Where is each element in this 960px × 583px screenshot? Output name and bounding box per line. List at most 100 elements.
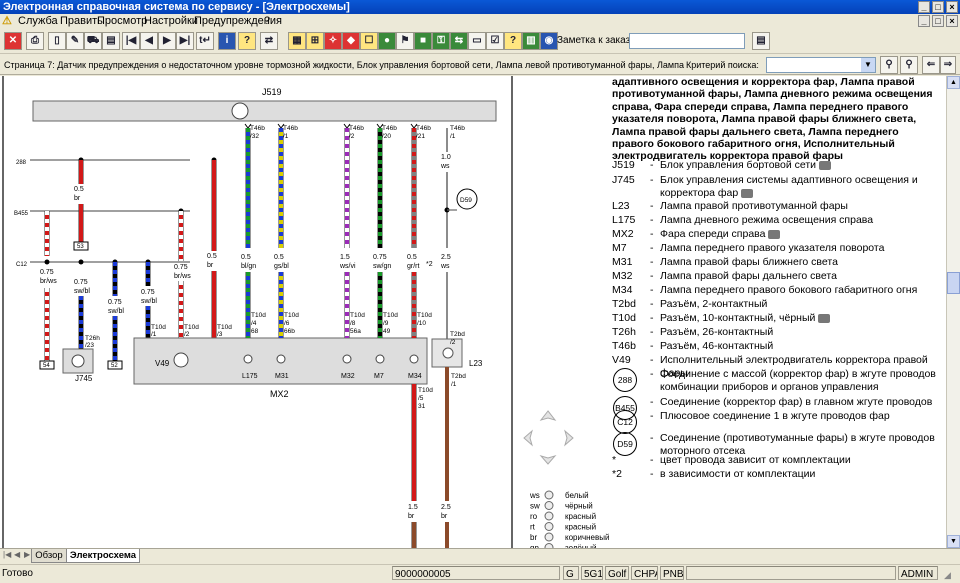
lamp-label: M34	[408, 373, 422, 380]
legend-text: Лампа правой фары ближнего света	[660, 256, 838, 268]
nav-forward-icon[interactable]: ⇒	[940, 56, 956, 74]
color-code: br	[530, 533, 537, 542]
chevron-down-icon[interactable]: ▼	[861, 58, 875, 72]
left-wire-color: br	[207, 262, 214, 269]
note-icon[interactable]: ▤	[752, 32, 770, 50]
info-bar: Страница 7: Датчик предупреждения о недо…	[0, 55, 960, 75]
tab-back-icon[interactable]: ◀	[14, 550, 20, 559]
menu-help[interactable]: ?	[264, 14, 270, 28]
legend-code: T46b	[612, 340, 636, 352]
tab-overview[interactable]: Обзор	[31, 549, 67, 563]
print-icon[interactable]: ⎙	[26, 32, 44, 50]
new-icon[interactable]: ▯	[48, 32, 66, 50]
order-note-input[interactable]	[629, 33, 745, 49]
left-wire-size: 0.75	[108, 299, 122, 306]
j519-block[interactable]	[32, 100, 497, 122]
minimize-button[interactable]: _	[918, 1, 930, 13]
wire-w6-size: 1.0	[441, 154, 451, 161]
key-icon[interactable]: ⚿	[432, 32, 450, 50]
search-icon[interactable]: ⚲	[880, 56, 898, 74]
legend-code: M34	[612, 284, 633, 296]
doc-icon[interactable]: ▭	[468, 32, 486, 50]
wire-w4-size: 0.75	[373, 254, 387, 261]
edit-icon[interactable]: ✎	[66, 32, 84, 50]
legend-dash: -	[650, 174, 654, 186]
sphere-icon[interactable]: ◉	[540, 32, 558, 50]
search-select[interactable]: ▼	[766, 57, 876, 73]
status-icon[interactable]: ▥	[522, 32, 540, 50]
legend-text: Плюсовое соединение 1 в жгуте проводов ф…	[660, 410, 890, 422]
info-icon[interactable]: i	[218, 32, 236, 50]
legend-code: MX2	[612, 228, 634, 240]
check-icon[interactable]: ☑	[486, 32, 504, 50]
camera-icon[interactable]	[818, 313, 831, 323]
wire-w3-size: 1.5	[340, 254, 350, 261]
first-page-icon[interactable]: |◀	[122, 32, 140, 50]
mdi-minimize-button[interactable]: _	[918, 15, 930, 27]
status-c1: G	[563, 566, 579, 580]
navigation-arrows[interactable]	[523, 410, 574, 465]
help-icon[interactable]: ?	[238, 32, 256, 50]
wire-w6-size2: 2.5	[441, 254, 451, 261]
menu-settings[interactable]: Настройки	[144, 14, 198, 28]
search-next-icon[interactable]: ⚲	[900, 56, 918, 74]
scroll-thumb[interactable]	[947, 272, 960, 294]
maximize-button[interactable]: □	[932, 1, 944, 13]
exit-icon[interactable]: ✕	[4, 32, 22, 50]
question-icon[interactable]: ?	[504, 32, 522, 50]
lamp-icon	[409, 354, 419, 364]
prev-page-icon[interactable]: ◀	[140, 32, 158, 50]
wire-w1-pin: /32	[250, 133, 259, 140]
calculator-icon[interactable]: ▦	[288, 32, 306, 50]
wire-w5-size: 0.5	[407, 254, 417, 261]
swap-icon[interactable]: ⇄	[260, 32, 278, 50]
t2bd-pin: /2	[450, 339, 456, 346]
scheme-icon[interactable]: ☐	[360, 32, 378, 50]
globe-icon[interactable]: ●	[378, 32, 396, 50]
legend-dash: -	[650, 298, 654, 310]
camera-icon[interactable]	[741, 188, 754, 198]
menu-view[interactable]: Просмотр	[97, 14, 147, 28]
vertical-scrollbar[interactable]: ▲ ▼	[946, 76, 960, 548]
module-icon[interactable]: ■	[414, 32, 432, 50]
lamp-label: M32	[341, 373, 355, 380]
magnifier-icon	[544, 532, 554, 542]
scroll-up-icon[interactable]: ▲	[947, 76, 960, 89]
tab-forward-icon[interactable]: ▶	[24, 550, 30, 559]
diagram-icon[interactable]: ⊞	[306, 32, 324, 50]
window-title: Электронная справочная система по сервис…	[3, 1, 350, 13]
book-icon[interactable]: ▤	[102, 32, 120, 50]
fault-icon[interactable]: ◆	[342, 32, 360, 50]
mdi-restore-button[interactable]: □	[932, 15, 944, 27]
legend-dash: -	[650, 454, 654, 466]
legend-dash: -	[650, 270, 654, 282]
tab-scheme[interactable]: Электросхема	[66, 549, 140, 563]
legend-text: Разъём, 26-контактный	[660, 326, 774, 338]
menu-service[interactable]: Служба	[18, 14, 58, 28]
arrows-icon[interactable]: ⇆	[450, 32, 468, 50]
tool-icon[interactable]: ✧	[324, 32, 342, 50]
flag-icon[interactable]: ⚑	[396, 32, 414, 50]
car-icon[interactable]: ⛟	[84, 32, 102, 50]
left-wire-color: sw/bl	[108, 308, 124, 315]
back-icon[interactable]: t↵	[196, 32, 214, 50]
scroll-down-icon[interactable]: ▼	[947, 535, 960, 548]
close-button[interactable]: ×	[946, 1, 958, 13]
wire-w2-bpin2: 66b	[284, 328, 295, 335]
wire-w3-bpin: /8	[350, 320, 356, 327]
wire-w1-bpin2: 68	[251, 328, 259, 335]
nav-back-icon[interactable]: ⇐	[922, 56, 940, 74]
next-page-icon[interactable]: ▶	[158, 32, 176, 50]
bottom-wire-1-color: br	[408, 513, 415, 520]
box-52-label: 52	[111, 363, 118, 369]
resize-grip-icon[interactable]: ◢	[944, 568, 956, 580]
wire-w2-bconn: T10d	[284, 312, 299, 319]
j519-label: J519	[262, 87, 282, 97]
mdi-close-button[interactable]: ×	[946, 15, 958, 27]
tab-prev-icon[interactable]: |◀	[3, 550, 11, 559]
last-page-icon[interactable]: ▶|	[176, 32, 194, 50]
camera-icon[interactable]	[768, 229, 781, 239]
legend-text: Соединение (корректор фар) в главном жгу…	[660, 396, 933, 408]
camera-icon[interactable]	[819, 160, 832, 170]
star2-label: *2	[426, 261, 433, 268]
